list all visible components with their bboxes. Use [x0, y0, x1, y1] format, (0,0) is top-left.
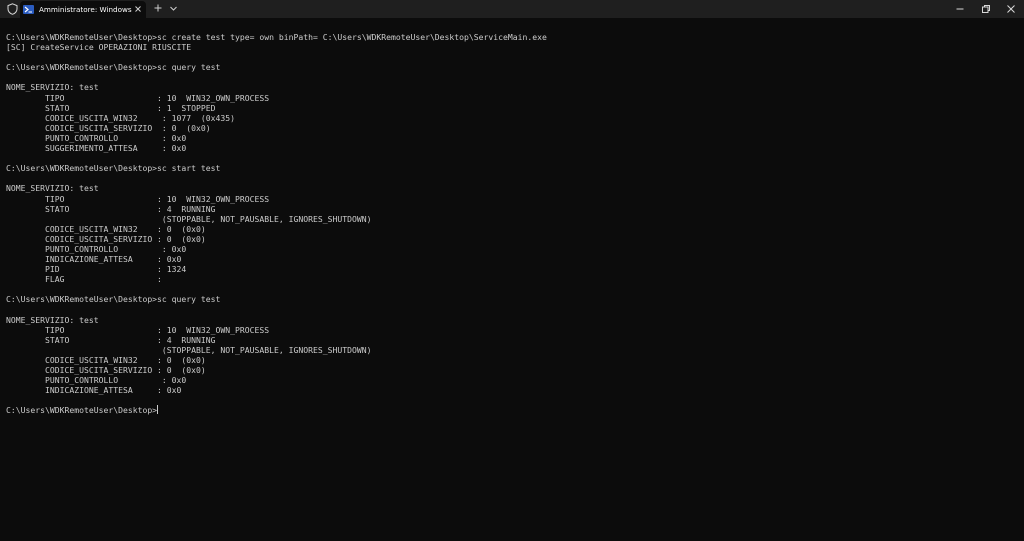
terminal-line-text: C:\Users\WDKRemoteUser\Desktop>: [6, 405, 158, 416]
restore-icon[interactable]: [979, 2, 993, 16]
terminal-line: INDICAZIONE_ATTESA : 0x0: [6, 385, 547, 395]
plus-icon[interactable]: [153, 3, 163, 13]
terminal-line-text: (STOPPABLE, NOT_PAUSABLE, IGNORES_SHUTDO…: [6, 344, 372, 355]
terminal-line-text: INDICAZIONE_ATTESA : 0x0: [6, 385, 182, 396]
terminal-output[interactable]: C:\Users\WDKRemoteUser\Desktop>sc create…: [6, 32, 547, 416]
terminal-line: TIPO : 10 WIN32_OWN_PROCESS: [6, 194, 547, 204]
terminal-line: NOME_SERVIZIO: test: [6, 183, 547, 193]
terminal-line-text: STATO : 4 RUNNING: [6, 203, 216, 214]
shield-icon: [7, 3, 18, 15]
terminal-window: Amministratore: Windows PowerShell C:\Us…: [0, 0, 1024, 541]
terminal-line-text: TIPO : 10 WIN32_OWN_PROCESS: [6, 92, 270, 103]
terminal-line-text: CODICE_USCITA_WIN32 : 1077 (0x435): [6, 112, 236, 123]
terminal-line-text: TIPO : 10 WIN32_OWN_PROCESS: [6, 193, 270, 204]
tab-title: Amministratore: Windows PowerShell: [39, 5, 134, 14]
terminal-line-text: PUNTO_CONTROLLO : 0x0: [6, 132, 187, 143]
text-cursor: [157, 405, 159, 415]
terminal-line-text: SUGGERIMENTO_ATTESA : 0x0: [6, 143, 187, 154]
title-bar[interactable]: Amministratore: Windows PowerShell: [0, 0, 1024, 18]
terminal-line: [SC] CreateService OPERAZIONI RIUSCITE: [6, 42, 547, 52]
terminal-line: INDICAZIONE_ATTESA : 0x0: [6, 254, 547, 264]
terminal-line: NOME_SERVIZIO: test: [6, 315, 547, 325]
terminal-line-text: FLAG :: [6, 274, 162, 285]
terminal-line: (STOPPABLE, NOT_PAUSABLE, IGNORES_SHUTDO…: [6, 214, 547, 224]
terminal-line: C:\Users\WDKRemoteUser\Desktop>: [6, 405, 547, 415]
close-icon[interactable]: [133, 4, 143, 14]
terminal-line-text: NOME_SERVIZIO: test: [6, 314, 99, 325]
terminal-line: STATO : 1 STOPPED: [6, 103, 547, 113]
terminal-line-text: PUNTO_CONTROLLO : 0x0: [6, 243, 187, 254]
terminal-line: CODICE_USCITA_SERVIZIO : 0 (0x0): [6, 123, 547, 133]
terminal-line: PUNTO_CONTROLLO : 0x0: [6, 375, 547, 385]
terminal-line-text: CODICE_USCITA_WIN32 : 0 (0x0): [6, 223, 206, 234]
terminal-line: CODICE_USCITA_SERVIZIO : 0 (0x0): [6, 365, 547, 375]
terminal-line-text: PUNTO_CONTROLLO : 0x0: [6, 375, 187, 386]
terminal-line-text: NOME_SERVIZIO: test: [6, 183, 99, 194]
terminal-line-text: [SC] CreateService OPERAZIONI RIUSCITE: [6, 42, 192, 53]
terminal-line-text: CODICE_USCITA_SERVIZIO : 0 (0x0): [6, 122, 211, 133]
terminal-line: NOME_SERVIZIO: test: [6, 82, 547, 92]
terminal-line: CODICE_USCITA_WIN32 : 0 (0x0): [6, 355, 547, 365]
terminal-line: CODICE_USCITA_WIN32 : 1077 (0x435): [6, 113, 547, 123]
terminal-line-text: PID : 1324: [6, 264, 187, 275]
terminal-line-text: (STOPPABLE, NOT_PAUSABLE, IGNORES_SHUTDO…: [6, 213, 372, 224]
terminal-line-text: STATO : 4 RUNNING: [6, 334, 216, 345]
minimize-icon[interactable]: [953, 2, 967, 16]
terminal-line-text: INDICAZIONE_ATTESA : 0x0: [6, 254, 182, 265]
terminal-line-text: NOME_SERVIZIO: test: [6, 82, 99, 93]
terminal-line: TIPO : 10 WIN32_OWN_PROCESS: [6, 93, 547, 103]
chevron-down-icon[interactable]: [169, 4, 178, 13]
terminal-line-text: C:\Users\WDKRemoteUser\Desktop>sc start …: [6, 163, 221, 174]
terminal-line-text: CODICE_USCITA_SERVIZIO : 0 (0x0): [6, 365, 206, 376]
terminal-line-text: C:\Users\WDKRemoteUser\Desktop>sc query …: [6, 294, 221, 305]
terminal-line: TIPO : 10 WIN32_OWN_PROCESS: [6, 325, 547, 335]
terminal-line: CODICE_USCITA_WIN32 : 0 (0x0): [6, 224, 547, 234]
tab-powershell[interactable]: Amministratore: Windows PowerShell: [20, 1, 146, 18]
terminal-line: STATO : 4 RUNNING: [6, 335, 547, 345]
terminal-line: FLAG :: [6, 274, 547, 284]
terminal-line: PID : 1324: [6, 264, 547, 274]
terminal-line: C:\Users\WDKRemoteUser\Desktop>sc start …: [6, 163, 547, 173]
terminal-line-text: C:\Users\WDKRemoteUser\Desktop>sc create…: [6, 32, 547, 42]
terminal-line-text: CODICE_USCITA_WIN32 : 0 (0x0): [6, 355, 206, 365]
terminal-line: PUNTO_CONTROLLO : 0x0: [6, 244, 547, 254]
terminal-line: C:\Users\WDKRemoteUser\Desktop>sc query …: [6, 294, 547, 304]
terminal-line: CODICE_USCITA_SERVIZIO : 0 (0x0): [6, 234, 547, 244]
terminal-line-text: C:\Users\WDKRemoteUser\Desktop>sc query …: [6, 62, 221, 73]
terminal-line: C:\Users\WDKRemoteUser\Desktop>sc create…: [6, 32, 547, 42]
terminal-line-text: CODICE_USCITA_SERVIZIO : 0 (0x0): [6, 233, 206, 244]
terminal-line: SUGGERIMENTO_ATTESA : 0x0: [6, 143, 547, 153]
terminal-line: (STOPPABLE, NOT_PAUSABLE, IGNORES_SHUTDO…: [6, 345, 547, 355]
terminal-line: C:\Users\WDKRemoteUser\Desktop>sc query …: [6, 62, 547, 72]
powershell-icon: [23, 5, 34, 14]
close-icon[interactable]: [1004, 2, 1018, 16]
terminal-line-text: TIPO : 10 WIN32_OWN_PROCESS: [6, 324, 270, 335]
terminal-line: STATO : 4 RUNNING: [6, 204, 547, 214]
terminal-line-text: STATO : 1 STOPPED: [6, 102, 216, 113]
terminal-line: PUNTO_CONTROLLO : 0x0: [6, 133, 547, 143]
